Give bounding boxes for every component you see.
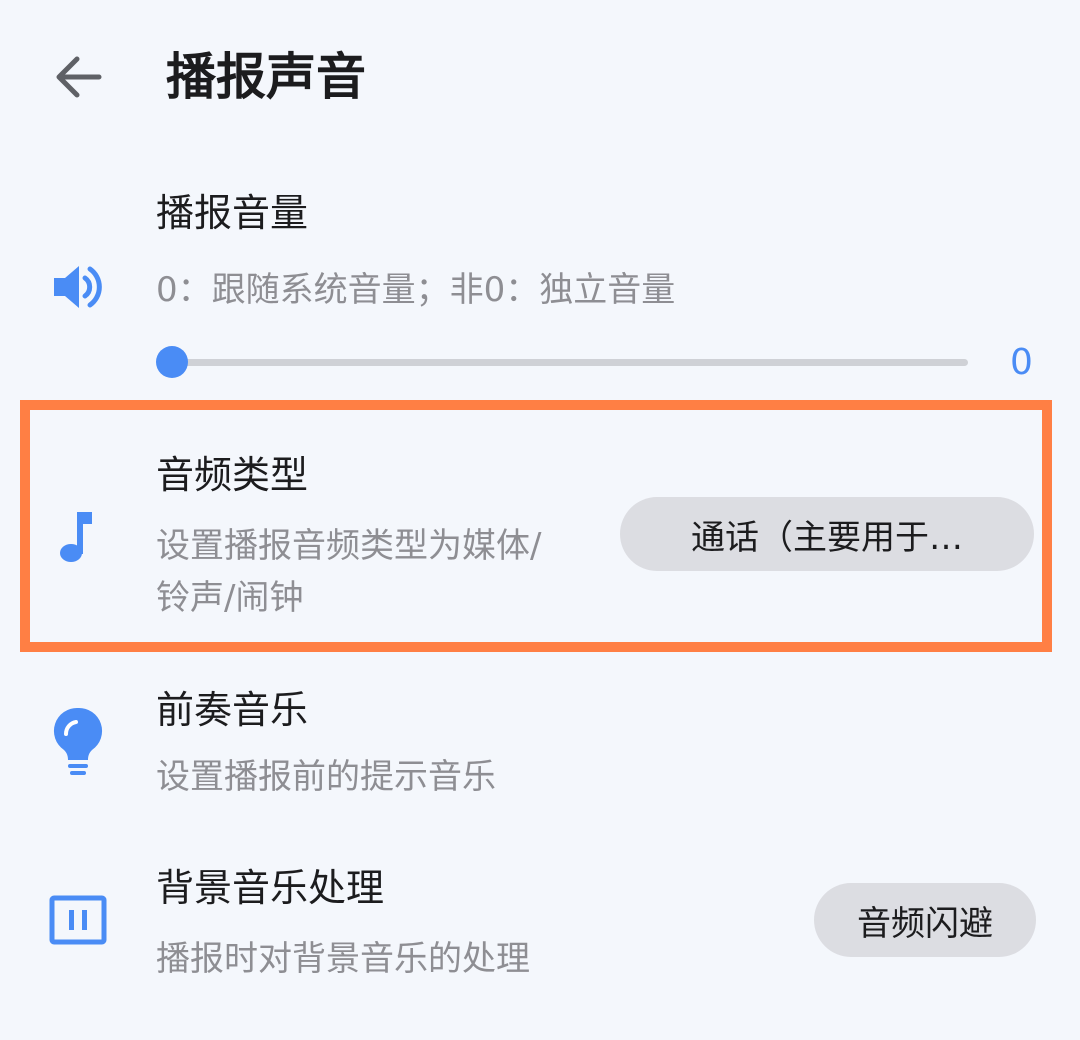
volume-value: 0	[1010, 342, 1033, 383]
app-header: 播报声音	[0, 0, 1080, 150]
prelude-music-title: 前奏音乐	[156, 688, 309, 732]
audio-type-dropdown[interactable]: 通话（主要用于…	[620, 497, 1034, 571]
volume-slider[interactable]	[156, 342, 968, 382]
prelude-music-description: 设置播报前的提示音乐	[156, 757, 496, 797]
lightbulb-icon	[40, 705, 116, 779]
speaker-volume-icon	[40, 260, 116, 314]
volume-slider-thumb[interactable]	[156, 346, 188, 378]
background-music-description: 播报时对背景音乐的处理	[156, 939, 530, 979]
music-note-icon	[40, 506, 116, 566]
audio-type-description: 设置播报音频类型为媒体/铃声/闹钟	[156, 526, 542, 618]
audio-type-setting-row[interactable]: 音频类型 设置播报音频类型为媒体/铃声/闹钟 通话（主要用于…	[0, 430, 1080, 630]
pause-box-icon	[40, 893, 116, 947]
background-music-title: 背景音乐处理	[156, 866, 385, 910]
back-arrow-icon	[56, 56, 102, 98]
background-music-setting-row[interactable]: 背景音乐处理 播报时对背景音乐的处理 音频闪避	[0, 855, 1080, 995]
audio-type-title: 音频类型	[156, 453, 309, 497]
page-title: 播报声音	[166, 48, 366, 106]
background-music-dropdown[interactable]: 音频闪避	[814, 883, 1036, 957]
prelude-music-setting-row[interactable]: 前奏音乐 设置播报前的提示音乐	[0, 675, 1080, 815]
volume-description: 0：跟随系统音量；非0：独立音量	[156, 270, 676, 310]
back-button[interactable]	[40, 42, 116, 112]
volume-title: 播报音量	[156, 191, 309, 235]
volume-slider-track	[172, 359, 968, 366]
